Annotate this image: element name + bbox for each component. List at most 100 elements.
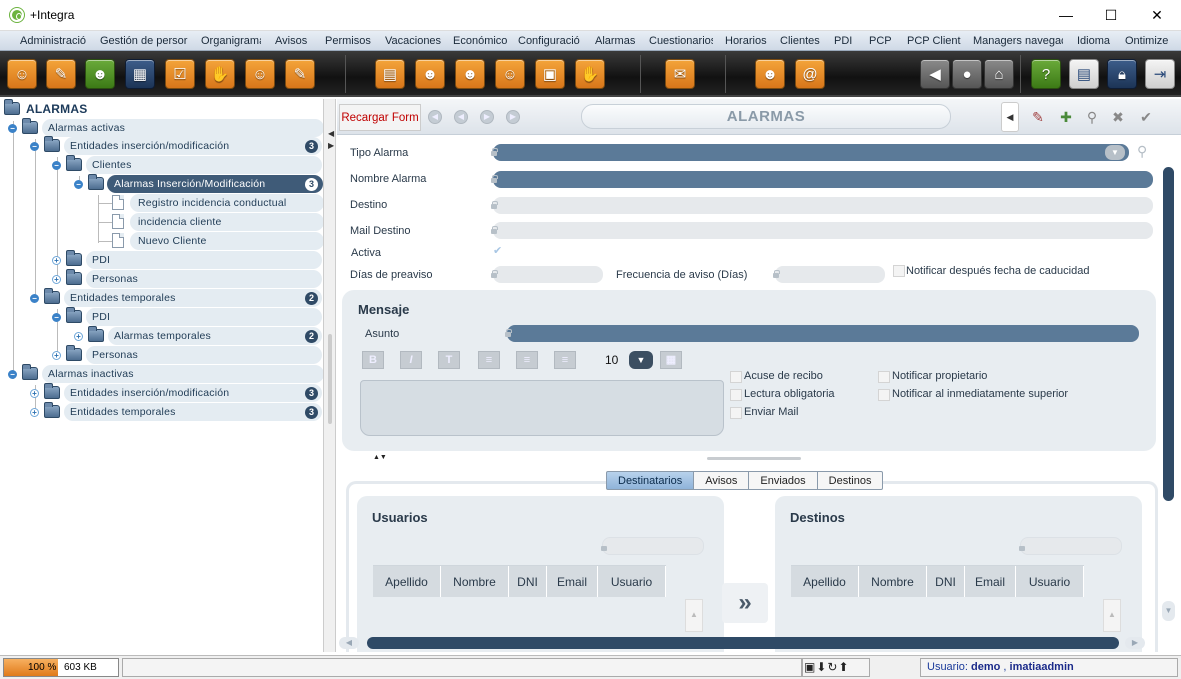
tree-leaf[interactable]: Registro incidencia conductual <box>98 194 323 212</box>
italic-button[interactable]: I <box>400 351 422 369</box>
menu-pcp-cliente[interactable]: PCP Cliente <box>907 31 961 50</box>
prev-record-icon[interactable]: ◀ <box>454 110 468 124</box>
home-icon[interactable]: ⌂ <box>984 59 1014 89</box>
column-header[interactable]: Email <box>547 566 598 598</box>
dias-preaviso-field[interactable] <box>491 266 603 283</box>
chevron-down-icon[interactable]: ▼ <box>1105 145 1125 160</box>
tree-node[interactable]: + Personas <box>52 269 323 288</box>
column-header[interactable]: Usuario <box>598 566 666 598</box>
tree-node-selected[interactable]: − Alarmas Inserción/Modificación 3 <box>74 174 323 193</box>
menu-alarmas[interactable]: Alarmas <box>595 31 639 50</box>
scrollbar-thumb[interactable] <box>367 637 1119 649</box>
memory-indicator[interactable]: 100 % 603 KB <box>3 658 119 677</box>
column-header[interactable]: Usuario <box>1016 566 1084 598</box>
expand-right-icon[interactable]: ▶ <box>328 141 334 150</box>
scrollbar-thumb[interactable] <box>1163 167 1174 501</box>
align-left-icon[interactable]: ≡ <box>478 351 500 369</box>
scroll-right-icon[interactable]: ▶ <box>1125 637 1145 649</box>
column-header[interactable]: DNI <box>509 566 547 598</box>
last-record-icon[interactable]: ▶ <box>506 110 520 124</box>
column-header[interactable]: Nombre <box>859 566 927 598</box>
collapse-icon[interactable]: − <box>30 294 39 303</box>
scroll-down-icon[interactable]: ▼ <box>1162 601 1175 621</box>
bold-button[interactable]: B <box>362 351 384 369</box>
notificar-superior-checkbox[interactable] <box>878 389 890 401</box>
collapse-icon[interactable]: − <box>8 370 17 379</box>
menu-avisos[interactable]: Avisos <box>275 31 315 50</box>
help-icon[interactable]: ? <box>1031 59 1061 89</box>
tree-node[interactable]: + PDI <box>52 250 323 269</box>
destino-field[interactable] <box>491 197 1153 214</box>
menu-pdi[interactable]: PDI <box>834 31 858 50</box>
notificar-propietario-checkbox[interactable] <box>878 371 890 383</box>
collapse-left-icon[interactable]: ◀ <box>328 129 334 138</box>
calendar-icon[interactable]: ▤ <box>375 59 405 89</box>
scroll-up-icon[interactable]: ▲ <box>1103 599 1121 632</box>
enviar-mail-checkbox[interactable] <box>730 407 742 419</box>
column-header[interactable]: Nombre <box>441 566 509 598</box>
stop-icon[interactable]: ● <box>952 59 982 89</box>
upload-icon[interactable]: ⬆ <box>838 660 849 674</box>
lock-icon[interactable]: 🔒︎ <box>1107 59 1137 89</box>
menu-vacaciones[interactable]: Vacaciones <box>385 31 441 50</box>
download-icon[interactable]: ⬇ <box>816 660 827 674</box>
menu-configuracion[interactable]: Configuració <box>518 31 582 50</box>
team-icon[interactable]: ☺ <box>495 59 525 89</box>
section-splitter[interactable]: ▲▼ <box>337 454 1161 464</box>
manager-icon[interactable]: ☻ <box>455 59 485 89</box>
maximize-button[interactable]: ☐ <box>1088 0 1134 31</box>
dashboard-icon[interactable]: ▤ <box>1069 59 1099 89</box>
menu-organigrama[interactable]: Organigrama <box>201 31 261 50</box>
collapse-icon[interactable]: − <box>52 313 61 322</box>
collapse-icon[interactable]: − <box>52 161 61 170</box>
tab-avisos[interactable]: Avisos <box>694 471 750 490</box>
handshake-icon[interactable]: ✋ <box>205 59 235 89</box>
group-icon[interactable]: ☺ <box>245 59 275 89</box>
form-vertical-scrollbar[interactable]: ▼ <box>1160 135 1178 625</box>
destinos-search-input[interactable] <box>1019 537 1122 555</box>
menu-gestion-personas[interactable]: Gestión de persor <box>100 31 188 50</box>
frecuencia-field[interactable] <box>773 266 885 283</box>
mail-icon[interactable]: ✉ <box>665 59 695 89</box>
save-icon[interactable]: ▣ <box>804 660 816 674</box>
tree-node[interactable]: + Entidades inserción/modificación 3 <box>30 383 323 402</box>
back-icon[interactable]: ◀ <box>920 59 950 89</box>
expand-icon[interactable]: + <box>52 256 61 265</box>
refresh-icon[interactable]: ↻ <box>827 660 838 674</box>
asunto-field[interactable] <box>505 325 1139 342</box>
form-horizontal-scrollbar[interactable]: ◀ ▶ <box>339 636 1161 650</box>
new-record-icon[interactable]: ✚ <box>1055 106 1077 128</box>
menu-permisos[interactable]: Permisos <box>325 31 375 50</box>
tree-node[interactable]: + Entidades temporales 3 <box>30 402 323 421</box>
tree-node[interactable]: − Alarmas inactivas <box>8 364 323 383</box>
tasks-icon[interactable]: ✎ <box>46 59 76 89</box>
column-header[interactable]: Email <box>965 566 1016 598</box>
first-record-icon[interactable]: ◀ <box>428 110 442 124</box>
delete-record-icon[interactable]: ✖ <box>1107 106 1129 128</box>
tree-node[interactable]: − PDI <box>52 307 323 326</box>
employees-icon[interactable]: ☺ <box>7 59 37 89</box>
menu-economico[interactable]: Económico <box>453 31 507 50</box>
tab-destinatarios[interactable]: Destinatarios <box>606 471 695 490</box>
person-icon[interactable]: ☻ <box>85 59 115 89</box>
menu-pcp[interactable]: PCP <box>869 31 895 50</box>
tree-node[interactable]: − Entidades inserción/modificación 3 <box>30 136 323 155</box>
collapse-icon[interactable]: − <box>30 142 39 151</box>
menu-clientes[interactable]: Clientes <box>780 31 822 50</box>
collapse-arrows-icon[interactable]: ▲▼ <box>373 454 387 461</box>
align-center-icon[interactable]: ≡ <box>516 351 538 369</box>
tree-node[interactable]: − Clientes <box>52 155 323 174</box>
save-record-icon[interactable]: ✔ <box>1135 106 1157 128</box>
exit-icon[interactable]: ⇥ <box>1145 59 1175 89</box>
user-profile-icon[interactable]: ☻ <box>755 59 785 89</box>
close-button[interactable]: ✕ <box>1134 0 1180 31</box>
search-record-icon[interactable]: ⚲ <box>1081 106 1103 128</box>
usuarios-search-input[interactable] <box>601 537 704 555</box>
menu-administracion[interactable]: Administració <box>20 31 88 50</box>
next-record-icon[interactable]: ▶ <box>480 110 494 124</box>
toggle-actions-icon[interactable]: ◀ <box>1001 102 1019 132</box>
search-icon[interactable]: ⚲ <box>1137 143 1147 160</box>
mensaje-textarea[interactable] <box>360 380 724 436</box>
column-header[interactable]: DNI <box>927 566 965 598</box>
agreement-icon[interactable]: ✋ <box>575 59 605 89</box>
